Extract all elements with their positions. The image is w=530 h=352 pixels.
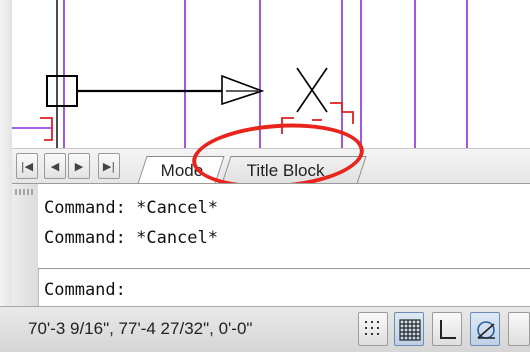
command-history-line: Command: *Cancel* bbox=[44, 228, 218, 248]
command-prompt: Command: bbox=[44, 280, 126, 300]
first-layout-icon: |◀ bbox=[20, 159, 34, 173]
previous-layout-button[interactable]: ◀ bbox=[44, 153, 66, 179]
command-history[interactable]: Command: *Cancel* Command: *Cancel* bbox=[38, 184, 530, 269]
coordinate-readout: 70'-3 9/16", 77'-4 27/32", 0'-0" bbox=[28, 319, 253, 338]
command-input[interactable]: Command: bbox=[38, 270, 530, 306]
ortho-mode-button[interactable] bbox=[432, 312, 462, 346]
snap-grid-icon bbox=[365, 321, 379, 335]
next-layout-icon: ▶ bbox=[74, 159, 84, 173]
last-layout-icon: ▶| bbox=[102, 159, 116, 173]
autocad-window: |◀ ◀ ▶ ▶| Mode Title Block Command: *Can… bbox=[0, 0, 530, 352]
snap-mode-button[interactable] bbox=[358, 312, 388, 346]
grid-display-button[interactable] bbox=[394, 312, 424, 346]
command-window-grip[interactable] bbox=[12, 184, 39, 306]
polar-tracking-icon bbox=[477, 321, 495, 339]
command-history-line: Command: *Cancel* bbox=[44, 198, 218, 218]
grid-display-icon bbox=[399, 319, 421, 341]
ortho-mode-icon bbox=[440, 320, 456, 339]
last-layout-button[interactable]: ▶| bbox=[98, 153, 120, 179]
grip-handle-icon bbox=[15, 189, 33, 195]
previous-layout-icon: ◀ bbox=[50, 159, 60, 173]
status-bar: 70'-3 9/16", 77'-4 27/32", 0'-0" bbox=[0, 306, 530, 352]
drawing-block-box bbox=[46, 75, 78, 107]
arrow-head-shape bbox=[221, 74, 265, 106]
command-window: Command: *Cancel* Command: *Cancel* Comm… bbox=[12, 183, 530, 306]
first-layout-button[interactable]: |◀ bbox=[16, 153, 38, 179]
polar-tracking-button[interactable] bbox=[470, 312, 500, 346]
next-layout-button[interactable]: ▶ bbox=[68, 153, 90, 179]
object-snap-button[interactable] bbox=[508, 312, 530, 346]
